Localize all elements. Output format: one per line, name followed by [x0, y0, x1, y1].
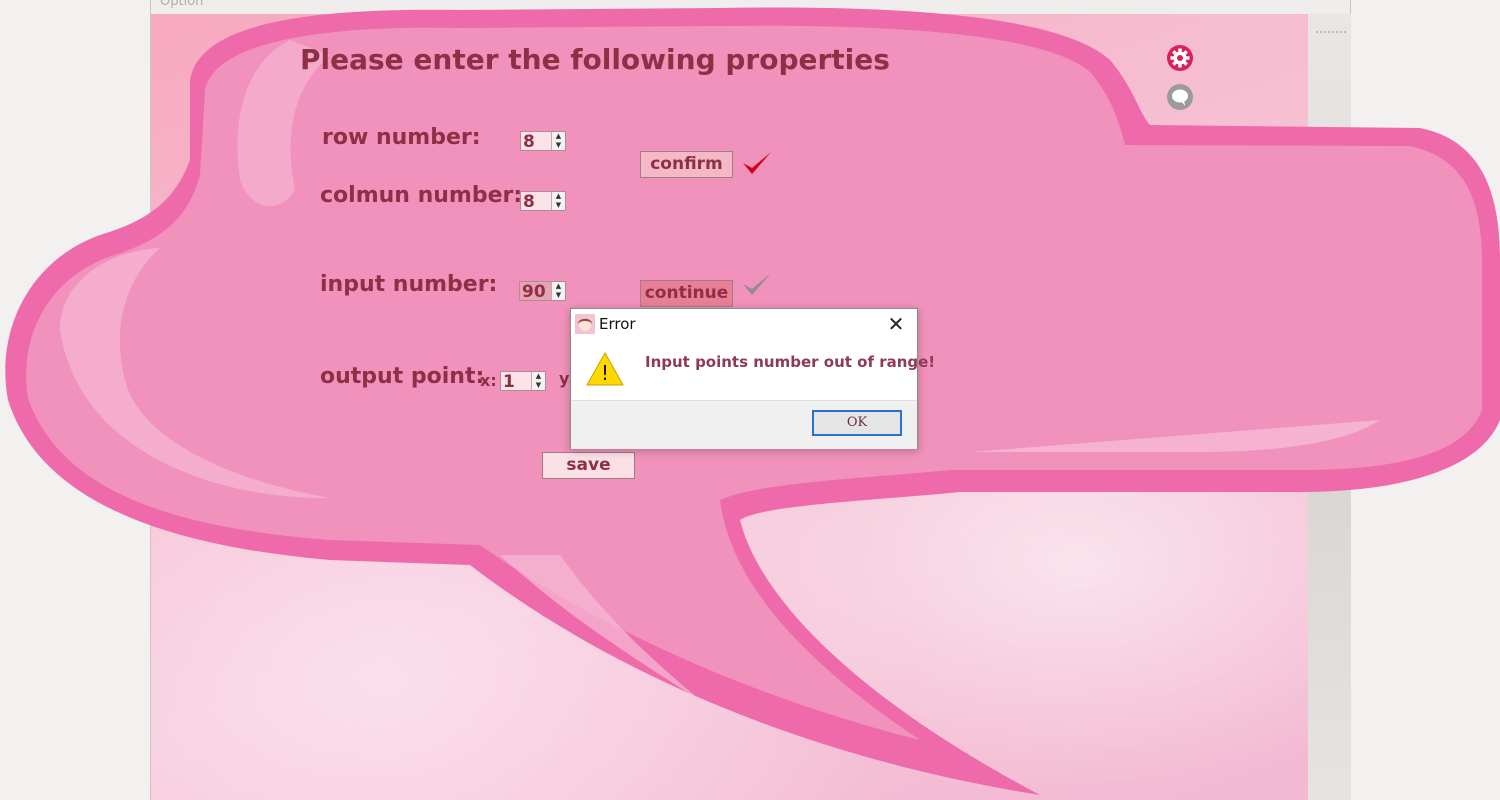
- spinner-arrows[interactable]: ▲ ▼: [551, 132, 565, 150]
- spinner-arrows[interactable]: ▲ ▼: [551, 192, 565, 210]
- error-message: Input points number out of range!: [645, 353, 936, 371]
- column-number-label: colmun number:: [320, 183, 523, 208]
- input-number-spinner[interactable]: 90 ▲ ▼: [519, 281, 566, 302]
- down-arrow-icon[interactable]: ▼: [532, 381, 545, 390]
- input-number-value[interactable]: 90: [520, 282, 551, 302]
- warning-glyph: !: [601, 361, 609, 385]
- ok-button[interactable]: OK: [812, 410, 902, 436]
- spinner-arrows[interactable]: ▲ ▼: [531, 372, 545, 390]
- x-coordinate-value[interactable]: 1: [501, 372, 531, 392]
- up-arrow-icon[interactable]: ▲: [552, 132, 565, 141]
- save-button[interactable]: save: [542, 452, 635, 479]
- up-arrow-icon[interactable]: ▲: [532, 372, 545, 381]
- dialog-footer: OK: [571, 400, 917, 449]
- x-coordinate-label: x:: [480, 371, 497, 390]
- spinner-arrows[interactable]: ▲ ▼: [551, 282, 565, 300]
- output-point-label: output point:: [320, 364, 485, 389]
- page-heading: Please enter the following properties: [300, 43, 890, 76]
- down-arrow-icon[interactable]: ▼: [552, 201, 565, 210]
- dialog-title: Error: [599, 315, 636, 333]
- input-number-label: input number:: [320, 272, 498, 297]
- column-number-spinner[interactable]: 8 ▲ ▼: [520, 191, 566, 212]
- warning-icon: !: [586, 351, 624, 386]
- down-arrow-icon[interactable]: ▼: [552, 141, 565, 150]
- row-number-label: row number:: [322, 125, 481, 150]
- confirm-button[interactable]: confirm: [640, 151, 733, 178]
- up-arrow-icon[interactable]: ▲: [552, 282, 565, 291]
- check-icon: [743, 273, 771, 295]
- column-number-value[interactable]: 8: [521, 192, 551, 212]
- x-coordinate-spinner[interactable]: 1 ▲ ▼: [500, 371, 546, 392]
- y-coordinate-label: y: [559, 369, 570, 388]
- row-number-value[interactable]: 8: [521, 132, 551, 152]
- close-icon[interactable]: ✕: [884, 313, 908, 335]
- up-arrow-icon[interactable]: ▲: [552, 192, 565, 201]
- error-dialog: Error ✕ ! Input points number out of ran…: [570, 308, 935, 449]
- avatar-icon: [575, 314, 595, 334]
- check-icon: [743, 152, 771, 174]
- continue-button[interactable]: continue: [640, 280, 733, 307]
- down-arrow-icon[interactable]: ▼: [552, 291, 565, 300]
- row-number-spinner[interactable]: 8 ▲ ▼: [520, 131, 566, 152]
